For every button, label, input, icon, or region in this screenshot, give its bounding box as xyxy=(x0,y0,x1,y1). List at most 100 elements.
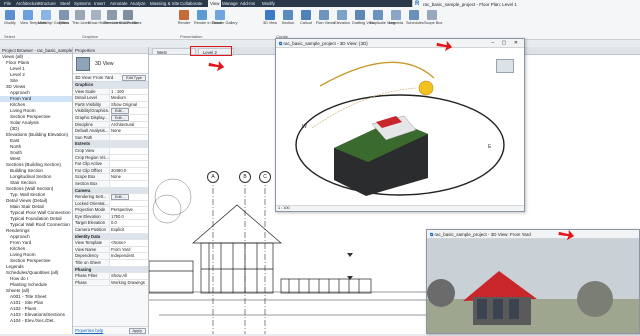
ribbon-tab-massing-site[interactable]: Massing & Site xyxy=(150,1,179,6)
duplicate-view-button[interactable]: Duplicate View xyxy=(370,10,396,25)
property-category[interactable]: Graphics xyxy=(73,82,148,89)
instance-selector[interactable]: 3D View: From Yard xyxy=(75,75,122,80)
property-category[interactable]: Identity Data xyxy=(73,233,148,241)
property-value[interactable] xyxy=(109,260,148,266)
project-browser-title: Project Browser - rac_basic_sample_proje… xyxy=(0,47,72,54)
ribbon-tab-collaborate[interactable]: Collaborate xyxy=(180,1,202,6)
grid-bubble-b[interactable]: B xyxy=(239,171,251,183)
property-edit-button[interactable]: Edit... xyxy=(111,194,129,200)
ribbon-tab-manage[interactable]: Manage xyxy=(222,1,238,6)
window-3d-titlebar[interactable]: ⧉ rac_basic_sample_project - 3D View: {3… xyxy=(276,39,524,48)
property-value[interactable]: Edit... xyxy=(109,108,148,114)
property-category[interactable]: Phasing xyxy=(73,266,148,274)
property-value[interactable]: Working Drawings xyxy=(109,279,148,286)
render-button[interactable]: Render xyxy=(176,10,192,25)
property-value[interactable] xyxy=(109,180,148,187)
legends-button[interactable]: Legends xyxy=(388,10,404,25)
viewcube-icon[interactable] xyxy=(496,59,514,73)
ribbon-tab-insert[interactable]: Insert xyxy=(94,1,105,6)
property-edit-button[interactable]: Edit... xyxy=(111,108,129,114)
ribbon-tab-steel[interactable]: Steel xyxy=(60,1,70,6)
property-value[interactable] xyxy=(109,134,148,141)
ribbon-tab-file[interactable]: File xyxy=(4,1,11,6)
section-button[interactable]: Section xyxy=(280,10,296,25)
view-control-bar: 1 : 100 xyxy=(276,205,524,211)
property-value[interactable]: <None> xyxy=(109,240,148,246)
filters-button[interactable]: Filters xyxy=(56,10,72,25)
property-value[interactable]: Edit... xyxy=(109,114,148,121)
property-category[interactable]: Camera xyxy=(73,187,148,195)
remove-hidden-lines-label: Remove Hidden Lines xyxy=(104,21,142,25)
property-value[interactable]: Independent xyxy=(109,253,148,260)
property-value[interactable]: 30480.0 xyxy=(109,167,148,174)
ribbon-tab-view[interactable]: View xyxy=(208,0,222,7)
apply-button[interactable]: Apply xyxy=(128,327,146,334)
type-name: 3D View xyxy=(95,60,114,67)
window-from-yard[interactable]: ⧉ rac_basic_sample_project - 3D View: Fr… xyxy=(426,229,640,334)
drafting-view-button[interactable]: Drafting View xyxy=(352,10,375,25)
visibility-graphics-button[interactable]: Visibility/ Graphics xyxy=(38,10,69,25)
ribbon-tab-architecture[interactable]: Architecture xyxy=(16,1,39,6)
modify-button[interactable]: Modify xyxy=(2,10,18,25)
property-category[interactable]: Extents xyxy=(73,141,148,148)
edit-type-button[interactable]: Edit Type xyxy=(122,74,146,81)
3d-view-button[interactable]: 3D View xyxy=(262,10,278,25)
scope-box-button[interactable]: Scope Box xyxy=(424,10,442,25)
elevation-button[interactable]: Elevation xyxy=(334,10,350,25)
property-key: Detail Level xyxy=(75,95,97,101)
thin-lines-button[interactable]: Thin Lines xyxy=(72,10,90,25)
cut-profile-button[interactable]: Cut Profile xyxy=(120,10,138,25)
duplicate-view-label: Duplicate View xyxy=(370,21,396,25)
property-value[interactable]: Show Original xyxy=(109,101,148,108)
property-value[interactable]: 1750.0 xyxy=(109,213,148,220)
ribbon-tab-modify[interactable]: Modify xyxy=(262,1,275,6)
property-value[interactable]: Perspective xyxy=(109,207,148,213)
property-key: Default Analysis... xyxy=(75,128,109,134)
property-row: Locked Orientat... xyxy=(73,200,148,208)
properties-help-link[interactable]: Properties help xyxy=(75,328,103,333)
panel-label-presentation: Presentation xyxy=(180,34,203,39)
callout-button[interactable]: Callout xyxy=(298,10,314,25)
property-value[interactable]: Explicit xyxy=(109,227,148,233)
property-value[interactable]: 1 : 100 xyxy=(109,88,148,95)
ribbon-tab-systems[interactable]: Systems xyxy=(74,1,91,6)
grid-bubble-c[interactable]: C xyxy=(259,171,271,183)
project-browser-tree: Views (all) Floor Plans Level 1 Level 2 Site… xyxy=(0,54,72,324)
legends-icon xyxy=(391,10,401,20)
property-value[interactable]: None xyxy=(109,128,148,134)
property-edit-button[interactable]: Edit... xyxy=(111,114,129,121)
view-templates-button[interactable]: View Templates xyxy=(20,10,46,25)
property-value[interactable]: Medium xyxy=(109,95,148,101)
property-key: View Scale xyxy=(75,88,96,94)
callout-icon xyxy=(301,10,311,20)
property-value[interactable]: From Yard xyxy=(109,246,148,253)
ribbon-tab-structure[interactable]: Structure xyxy=(38,1,56,6)
render-in-cloud-button[interactable]: Render in Cloud xyxy=(194,10,221,25)
window-yard-titlebar[interactable]: ⧉ rac_basic_sample_project - 3D View: Fr… xyxy=(427,230,639,239)
ribbon-tab-add-ins[interactable]: Add-Ins xyxy=(240,1,255,6)
window-3d-view[interactable]: ⧉ rac_basic_sample_project - 3D View: {3… xyxy=(275,38,525,212)
ribbon-tab-annotate[interactable]: Annotate xyxy=(110,1,128,6)
property-row: Crop View xyxy=(73,147,148,155)
property-value[interactable]: 0.0 xyxy=(109,220,148,227)
property-value[interactable] xyxy=(109,154,148,161)
remove-hidden-lines-button[interactable]: Remove Hidden Lines xyxy=(104,10,142,25)
property-value[interactable]: Architectural xyxy=(109,121,148,128)
property-value[interactable]: Edit... xyxy=(109,194,148,200)
property-value[interactable]: Show All xyxy=(109,273,148,279)
ribbon-tab-analyze[interactable]: Analyze xyxy=(130,1,146,6)
show-hidden-lines-button[interactable]: Show Hidden Lines xyxy=(88,10,121,25)
schedules-button[interactable]: Schedules xyxy=(406,10,424,25)
window-controls[interactable]: – ▢ ✕ xyxy=(492,40,521,46)
property-value[interactable] xyxy=(109,147,148,154)
property-value[interactable]: None xyxy=(109,174,148,180)
render-gallery-button[interactable]: Render Gallery xyxy=(212,10,238,25)
plan-views-button[interactable]: Plan Views xyxy=(316,10,335,25)
browser-item[interactable]: A104 - Elev./Sec./Det. xyxy=(0,318,72,324)
modify-label: Modify xyxy=(4,21,16,25)
property-value[interactable] xyxy=(109,161,148,167)
type-selector[interactable]: 3D View xyxy=(73,54,148,74)
grid-bubble-a[interactable]: A xyxy=(207,171,219,183)
property-value[interactable] xyxy=(109,200,148,207)
svg-text:W: W xyxy=(302,124,307,130)
